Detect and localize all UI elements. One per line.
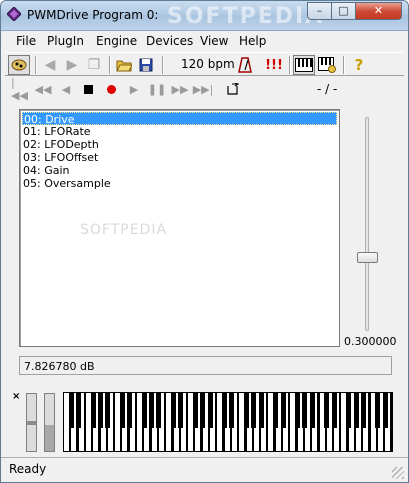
minimize-button[interactable]: –: [307, 2, 332, 20]
black-key[interactable]: [244, 392, 249, 428]
black-key[interactable]: [200, 392, 206, 428]
toolbar: ◀ ▶ ❐ 120 bpm !!! ?: [5, 52, 404, 76]
skip-start-icon[interactable]: |◀◀: [11, 76, 29, 102]
black-key[interactable]: [273, 392, 279, 428]
separator: [109, 56, 111, 74]
black-key[interactable]: [331, 392, 337, 428]
black-key[interactable]: [105, 392, 111, 428]
watermark: SOFTPEDIA: [167, 4, 325, 29]
parameter-item-gain[interactable]: 04: Gain: [20, 164, 339, 177]
parameter-value: 0.300000: [344, 335, 397, 348]
black-key[interactable]: [229, 392, 235, 428]
back-arrow-icon[interactable]: ◀: [39, 55, 61, 75]
tempo-display[interactable]: 120 bpm: [181, 57, 235, 71]
separator: [35, 56, 37, 74]
black-key[interactable]: [375, 392, 381, 428]
app-diamond-icon: [7, 7, 21, 21]
metronome-icon[interactable]: [234, 55, 256, 75]
loop-icon[interactable]: [223, 81, 241, 97]
pitch-wheel-marker: [27, 421, 36, 425]
value-readout-text: 7.826780 dB: [24, 360, 95, 373]
menu-engine[interactable]: Engine: [96, 34, 137, 48]
position-display: - / -: [317, 82, 338, 96]
pause-icon[interactable]: ❚❚: [148, 81, 166, 97]
separator: [162, 56, 164, 74]
parameter-list[interactable]: SOFTPEDIA 00: Drive 01: LFORate 02: LFOD…: [19, 109, 340, 347]
menu-help[interactable]: Help: [239, 34, 266, 48]
black-key[interactable]: [258, 392, 264, 428]
close-button[interactable]: ✕: [355, 2, 402, 20]
mod-wheel-fill: [45, 425, 54, 451]
separator: [343, 56, 345, 74]
black-key[interactable]: [295, 392, 301, 428]
black-key[interactable]: [280, 392, 286, 428]
stop-icon[interactable]: [79, 81, 97, 97]
parameter-item-oversample[interactable]: 05: Oversample: [20, 177, 339, 190]
status-text: Ready: [9, 462, 47, 476]
watermark-small: SOFTPEDIA: [80, 222, 168, 238]
menu-view[interactable]: View: [200, 34, 228, 48]
close-keyboard-icon[interactable]: ×: [12, 391, 20, 402]
black-key[interactable]: [353, 392, 359, 428]
copy-icon[interactable]: ❐: [83, 55, 105, 75]
open-folder-icon[interactable]: [113, 55, 135, 75]
black-key[interactable]: [119, 392, 125, 428]
menu-bar: File PlugIn Engine Devices View Help: [1, 31, 408, 51]
pitch-wheel[interactable]: [26, 393, 37, 452]
forward-arrow-icon[interactable]: ▶: [61, 55, 83, 75]
title-bar[interactable]: PWMDrive Program 0: SOFTPEDIA – □ ✕: [1, 1, 408, 31]
black-key[interactable]: [127, 392, 133, 428]
plugin-icon[interactable]: [8, 55, 30, 75]
status-bar: Ready: [1, 457, 408, 482]
record-icon[interactable]: [102, 81, 120, 97]
black-key[interactable]: [178, 392, 184, 428]
menu-devices[interactable]: Devices: [146, 34, 193, 48]
window-title: PWMDrive Program 0:: [27, 8, 159, 22]
black-key[interactable]: [207, 392, 213, 428]
keyboard-icon[interactable]: [293, 55, 315, 75]
black-key[interactable]: [76, 392, 82, 428]
help-icon[interactable]: ?: [348, 55, 370, 75]
black-key[interactable]: [222, 392, 228, 428]
black-key[interactable]: [309, 392, 315, 428]
black-key[interactable]: [360, 392, 366, 428]
alert-icon[interactable]: !!!: [263, 55, 285, 75]
black-key[interactable]: [382, 392, 388, 428]
resize-grip-icon[interactable]: [392, 467, 404, 479]
menu-plugin[interactable]: PlugIn: [47, 34, 84, 48]
black-key[interactable]: [90, 392, 96, 428]
step-forward-icon[interactable]: ▶▶: [171, 81, 189, 97]
save-icon[interactable]: [135, 55, 157, 75]
black-key[interactable]: [324, 392, 330, 428]
main-window: PWMDrive Program 0: SOFTPEDIA – □ ✕ File…: [0, 0, 409, 483]
parameter-item-lforate[interactable]: 01: LFORate: [20, 125, 339, 138]
play-icon[interactable]: ▶: [125, 81, 143, 97]
black-key[interactable]: [302, 392, 308, 428]
menu-file[interactable]: File: [16, 34, 36, 48]
parameter-slider-track[interactable]: [365, 117, 369, 331]
black-key[interactable]: [171, 392, 176, 428]
parameter-slider-thumb[interactable]: [357, 252, 378, 263]
black-key[interactable]: [192, 392, 198, 428]
rewind-icon[interactable]: ◀◀: [34, 81, 52, 97]
mod-wheel[interactable]: [44, 393, 55, 452]
value-readout: 7.826780 dB: [19, 356, 392, 375]
black-key[interactable]: [98, 392, 103, 428]
parameter-item-lfooffset[interactable]: 03: LFOOffset: [20, 151, 339, 164]
black-key[interactable]: [346, 392, 352, 428]
step-back-icon[interactable]: ◀: [57, 81, 75, 97]
black-key[interactable]: [68, 392, 74, 428]
black-key[interactable]: [156, 392, 162, 428]
piano-settings-icon[interactable]: [316, 55, 338, 75]
black-key[interactable]: [141, 392, 147, 428]
piano-keyboard[interactable]: [63, 392, 393, 452]
separator: [289, 56, 291, 74]
skip-end-icon[interactable]: ▶▶|: [193, 81, 214, 97]
black-key[interactable]: [251, 392, 257, 428]
black-key[interactable]: [149, 392, 155, 428]
maximize-button[interactable]: □: [331, 2, 356, 20]
parameter-item-drive[interactable]: 00: Drive: [22, 112, 337, 126]
transport-bar: |◀◀ ◀◀ ◀ ▶ ❚❚ ▶▶ ▶▶| - / -: [5, 76, 404, 102]
parameter-item-lfodepth[interactable]: 02: LFODepth: [20, 138, 339, 151]
